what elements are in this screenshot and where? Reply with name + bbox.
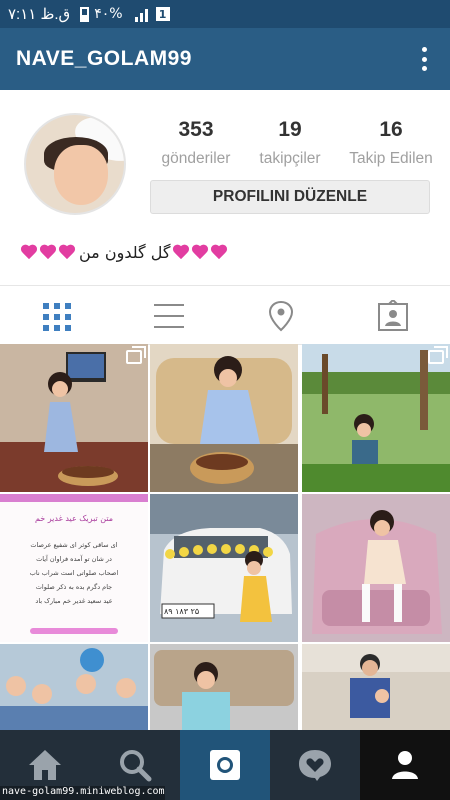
battery-level: ۴۰% — [94, 6, 123, 22]
stat-following[interactable]: 16 Takip Edilen — [336, 118, 446, 168]
card-line: اصحاب صلواتی است شراب ناب — [29, 569, 119, 577]
posts-label: gönderiler — [161, 150, 231, 167]
bio-text: گل گلدون من — [79, 242, 171, 262]
photo-thumbnail[interactable] — [0, 644, 148, 730]
grid-icon[interactable] — [40, 300, 74, 332]
bottom-navigation: nave-golam99.miniweblog.com — [0, 730, 450, 800]
photo-thumbnail[interactable] — [302, 344, 450, 492]
list-icon[interactable] — [152, 300, 186, 332]
photo-thumbnail[interactable] — [0, 344, 148, 492]
app-bar: NAVE_GOLAM99 — [0, 28, 450, 90]
heart-icon — [20, 244, 38, 260]
multiple-photos-icon — [428, 346, 448, 364]
stat-followers[interactable]: 19 takipçiler — [242, 118, 338, 168]
profile-view-tabs — [0, 285, 450, 345]
battery-icon — [80, 6, 90, 22]
nav-camera[interactable] — [180, 730, 270, 800]
status-bar: ۷:۱۱ ق.ظ ۴۰% 1 — [0, 0, 450, 28]
heart-icon — [191, 244, 209, 260]
heart-icon — [172, 244, 190, 260]
profile-username: NAVE_GOLAM99 — [16, 47, 192, 70]
location-pin-icon[interactable] — [266, 300, 300, 332]
stat-posts[interactable]: 353 gönderiler — [148, 118, 244, 168]
following-count: 16 — [379, 118, 403, 141]
nav-activity[interactable] — [270, 730, 360, 800]
edit-profile-button[interactable]: PROFILINI DÜZENLE — [150, 180, 430, 214]
heart-icon — [210, 244, 228, 260]
search-icon — [120, 750, 152, 782]
posts-count: 353 — [178, 118, 214, 141]
license-plate: ۸۹ ۱۸۳ ۲۵ — [164, 607, 200, 616]
following-label: Takip Edilen — [349, 150, 433, 167]
tagged-person-icon[interactable] — [376, 298, 410, 332]
signal-icon — [134, 7, 148, 22]
nav-profile[interactable] — [360, 730, 450, 800]
photo-thumbnail[interactable] — [150, 644, 298, 730]
notification-badge: 1 — [155, 7, 170, 21]
photo-thumbnail[interactable]: ۸۹ ۱۸۳ ۲۵ — [150, 494, 298, 642]
photo-thumbnail[interactable] — [302, 644, 450, 730]
status-time: ۷:۱۱ ق.ظ — [8, 6, 71, 23]
followers-label: takipçiler — [259, 150, 321, 167]
profile-bio: گل گلدون من — [20, 240, 240, 264]
card-line: ای ساقی کوثر ای شفیع عرصات — [30, 541, 118, 549]
more-options-icon[interactable] — [414, 45, 434, 73]
card-line: عید سعید غدیر خم مبارک باد — [35, 597, 113, 605]
photo-thumbnail[interactable] — [150, 344, 298, 492]
watermark-text: nave-golam99.miniweblog.com — [0, 786, 165, 800]
camera-icon — [210, 750, 240, 780]
multiple-photos-icon — [126, 346, 146, 364]
photo-thumbnail[interactable] — [302, 494, 450, 642]
photo-thumbnail[interactable]: متن تبریک عید غدیر خم ای ساقی کوثر ای شف… — [0, 494, 148, 642]
home-icon — [29, 750, 61, 780]
followers-count: 19 — [278, 118, 302, 141]
card-line: در شان تو آمده فراوان آیات — [36, 555, 112, 563]
avatar[interactable] — [24, 113, 126, 215]
card-title: متن تبریک عید غدیر خم — [34, 514, 114, 523]
card-line: جام دگرم بده به ذکر صلوات — [35, 583, 113, 591]
heart-icon — [58, 244, 76, 260]
heart-icon — [39, 244, 57, 260]
profile-icon — [392, 751, 418, 779]
activity-icon — [299, 750, 331, 781]
